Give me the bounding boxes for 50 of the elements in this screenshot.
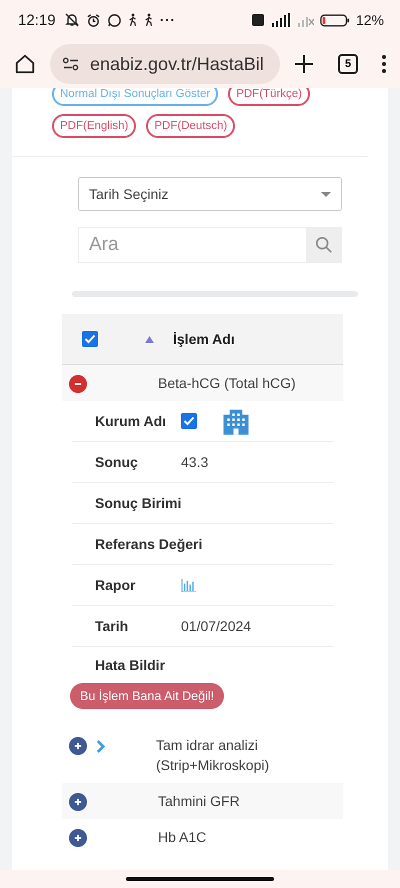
date-select[interactable]: Tarih Seçiniz xyxy=(78,177,342,211)
collapse-icon[interactable] xyxy=(69,375,87,393)
url-text: enabiz.gov.tr/HastaBil xyxy=(90,54,264,74)
test-name: Hb A1C xyxy=(158,828,206,847)
test-name: Tam idrar analizi (Strip+Mikroskopi) xyxy=(156,736,270,775)
checkbox[interactable] xyxy=(181,413,197,429)
test-name: Beta-hCG (Total hCG) xyxy=(158,374,296,393)
field-label: Tarih xyxy=(95,618,130,634)
filter-button[interactable]: PDF(English) xyxy=(52,114,136,138)
filter-button[interactable]: Normal Dışı Sonuçları Göster xyxy=(52,88,218,106)
search-icon xyxy=(315,236,333,254)
address-bar[interactable]: enabiz.gov.tr/HastaBil xyxy=(50,44,280,84)
field-value: 43.3 xyxy=(181,454,208,470)
bar-chart-icon[interactable] xyxy=(181,578,196,592)
field-label: Kurum Adı xyxy=(95,413,168,429)
checkbox[interactable] xyxy=(82,331,98,347)
filter-button[interactable]: PDF(Deutsch) xyxy=(146,114,236,138)
more-icon xyxy=(160,18,174,22)
sort-arrow-icon[interactable] xyxy=(145,336,154,342)
expand-icon[interactable] xyxy=(69,737,87,755)
battery-icon xyxy=(320,14,350,26)
test-name: Tahmini GFR xyxy=(158,792,240,811)
chat-icon xyxy=(106,12,122,28)
field-label: Sonuç Birimi xyxy=(95,495,182,511)
field-value: 01/07/2024 xyxy=(181,618,252,634)
filter-button[interactable]: PDF(Türkçe) xyxy=(228,88,310,106)
signal-icon xyxy=(270,13,290,27)
expand-icon[interactable] xyxy=(69,829,87,847)
menu-icon[interactable] xyxy=(382,55,386,73)
search-field[interactable]: Ara xyxy=(78,227,306,263)
dropdown-caret-icon xyxy=(321,192,331,196)
chevron-right-icon[interactable] xyxy=(96,739,105,754)
clock-time: 12:19 xyxy=(18,12,56,28)
field-label: Referans Değeri xyxy=(95,536,204,552)
site-settings-icon[interactable] xyxy=(62,57,80,71)
field-label: Rapor xyxy=(95,577,136,593)
alarm-icon xyxy=(86,12,101,28)
home-icon[interactable] xyxy=(14,53,36,75)
tab-count-button[interactable]: 5 xyxy=(338,54,358,74)
new-tab-icon[interactable] xyxy=(294,54,314,74)
column-header[interactable]: İşlem Adı xyxy=(173,331,235,347)
walking-icon xyxy=(128,13,138,27)
battery-percent: 12% xyxy=(356,12,384,28)
field-label: Sonuç xyxy=(95,454,139,470)
field-label: Hata Bildir xyxy=(95,657,166,673)
muted-bell-icon xyxy=(64,12,80,28)
report-error-button[interactable]: Bu İşlem Bana Ait Değil! xyxy=(70,683,224,709)
walking-icon xyxy=(144,13,154,27)
expand-icon[interactable] xyxy=(69,793,87,811)
search-button[interactable] xyxy=(306,227,342,263)
